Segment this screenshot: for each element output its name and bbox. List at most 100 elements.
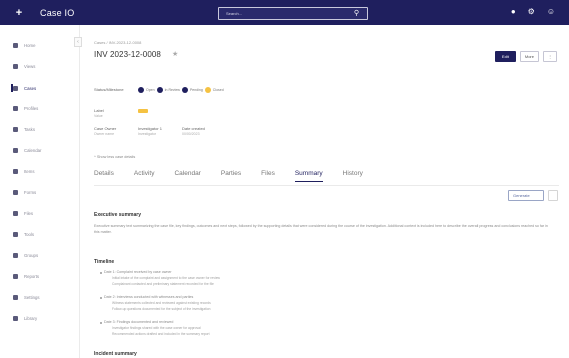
sidebar-item-label: Tasks: [24, 126, 35, 132]
sidebar-item-forms[interactable]: Forms: [0, 185, 78, 199]
sidebar-item-label: Cases: [24, 85, 37, 91]
top-icons: ● ⚙ ☺: [511, 7, 555, 17]
tab-summary[interactable]: Summary: [294, 170, 323, 182]
sidebar-item-groups[interactable]: Groups: [0, 248, 78, 262]
timeline-subitem: Follow-up questions documented for the s…: [112, 307, 211, 311]
search-placeholder: Search...: [226, 11, 243, 16]
search-input[interactable]: Search... ⚲: [218, 7, 368, 20]
sidebar-item-label: Items: [24, 168, 35, 174]
tab-divider: [94, 185, 559, 186]
items-icon: [13, 168, 18, 174]
breadcrumb[interactable]: Cases / INV-2023-12-0008: [94, 40, 141, 45]
status-badge: [138, 109, 148, 113]
sidebar-item-label: Calendar: [24, 147, 42, 153]
tab-bar: Details Activity Calendar Parties Files …: [94, 170, 383, 182]
field-value: 00/00/2023: [182, 132, 200, 136]
sidebar-item-views[interactable]: Views: [0, 59, 78, 73]
stage-tracker: Open In Review Pending Closed: [138, 86, 226, 94]
field-value: Value: [94, 114, 103, 118]
views-icon: [13, 63, 18, 69]
bullet: [100, 297, 102, 299]
timeline-heading[interactable]: Timeline: [94, 259, 114, 265]
stage-dot[interactable]: [181, 87, 188, 93]
field-label: Date created: [182, 126, 205, 131]
sidebar-item-label: Reports: [24, 273, 40, 279]
app-name[interactable]: Case IO: [40, 8, 74, 18]
tab-details[interactable]: Details: [94, 170, 114, 182]
bullet: [100, 322, 102, 324]
sidebar-item-files[interactable]: Files: [0, 206, 78, 220]
toggle-details-link[interactable]: ^ Show less case details: [94, 155, 135, 159]
executive-summary-heading[interactable]: Executive summary: [94, 212, 141, 218]
cases-icon: [13, 85, 18, 91]
sidebar-item-label: Profiles: [24, 105, 39, 111]
tab-history[interactable]: History: [343, 170, 363, 182]
case-actions: Edit More ⋮: [494, 51, 557, 62]
reports-icon: [13, 273, 18, 279]
overflow-button[interactable]: ⋮: [543, 51, 557, 62]
summary-toolbar: Generate: [508, 190, 558, 201]
calendar-icon: [13, 147, 18, 153]
timeline-item: Date 1: Complaint received by case owner: [104, 270, 172, 274]
app-menu-icon[interactable]: +: [13, 7, 25, 19]
sidebar-item-profiles[interactable]: Profiles: [0, 101, 78, 115]
top-bar: + Case IO Search... ⚲ ● ⚙ ☺: [0, 0, 569, 25]
tab-parties[interactable]: Parties: [221, 170, 241, 182]
sidebar-item-tasks[interactable]: Tasks: [0, 122, 78, 136]
sidebar-item-items[interactable]: Items: [0, 164, 78, 178]
sidebar-item-calendar[interactable]: Calendar: [0, 143, 78, 157]
forms-icon: [13, 189, 18, 195]
more-button[interactable]: More: [519, 51, 539, 62]
files-icon: [13, 210, 18, 216]
page-title: INV 2023-12-0008: [94, 50, 161, 59]
favorite-star-icon[interactable]: ★: [172, 50, 178, 58]
user-icon[interactable]: ☺: [547, 7, 555, 17]
generate-dropdown[interactable]: Generate: [508, 190, 544, 201]
settings-icon: [13, 294, 18, 300]
stage-dot[interactable]: [156, 87, 163, 93]
incident-summary-heading[interactable]: Incident summary: [94, 351, 137, 357]
timeline-subitem: Investigator findings shared with the ca…: [112, 326, 201, 330]
field-label: Case Owner: [94, 126, 117, 131]
timeline-subitem: Recommended actions drafted and included…: [112, 332, 210, 336]
timeline-item: Date 2: Interviews conducted with witnes…: [104, 295, 194, 299]
sidebar-item-settings[interactable]: Settings: [0, 290, 78, 304]
field-value: Owner name: [94, 132, 115, 136]
tab-calendar[interactable]: Calendar: [174, 170, 200, 182]
tasks-icon: [13, 126, 18, 132]
field-value: Investigator: [138, 132, 157, 136]
stage-dot[interactable]: [138, 87, 144, 93]
bullet: [100, 272, 102, 274]
sidebar-item-label: Files: [24, 210, 34, 216]
notifications-icon[interactable]: ●: [511, 7, 516, 17]
sidebar-item-tools[interactable]: Tools: [0, 227, 78, 241]
sidebar-item-cases[interactable]: Cases: [0, 81, 78, 95]
sidebar-item-library[interactable]: Library: [0, 311, 78, 325]
stage-label: Status/Milestone: [94, 87, 124, 92]
tab-files[interactable]: Files: [261, 170, 275, 182]
settings-icon[interactable]: ⚙: [528, 7, 535, 17]
sidebar-item-label: Tools: [24, 231, 35, 237]
tools-icon: [13, 231, 18, 237]
library-icon: [13, 315, 18, 321]
search-icon[interactable]: ⚲: [354, 9, 359, 17]
field-label: Label: [94, 108, 104, 113]
home-icon: [13, 42, 18, 48]
edit-button[interactable]: Edit: [494, 51, 516, 62]
sidebar-item-reports[interactable]: Reports: [0, 269, 78, 283]
stage-label-2: In Review: [164, 88, 180, 92]
profiles-icon: [13, 105, 18, 111]
copy-icon[interactable]: [548, 190, 558, 201]
timeline-subitem: Witness statements collected and reviewe…: [112, 301, 211, 305]
timeline-subitem: Initial intake of the complaint and assi…: [112, 276, 220, 280]
sidebar-item-label: Settings: [24, 294, 40, 300]
sidebar-item-label: Home: [24, 42, 36, 48]
groups-icon: [13, 252, 18, 258]
timeline-subitem: Complainant contacted and preliminary st…: [112, 282, 214, 286]
stage-label-4: Closed: [212, 88, 224, 92]
stage-label-3: Pending: [189, 88, 203, 92]
sidebar-item-home[interactable]: Home: [0, 38, 78, 52]
timeline-item: Date 3: Findings documented and reviewed: [104, 320, 174, 324]
tab-activity[interactable]: Activity: [134, 170, 155, 182]
stage-dot-current[interactable]: [204, 87, 211, 93]
